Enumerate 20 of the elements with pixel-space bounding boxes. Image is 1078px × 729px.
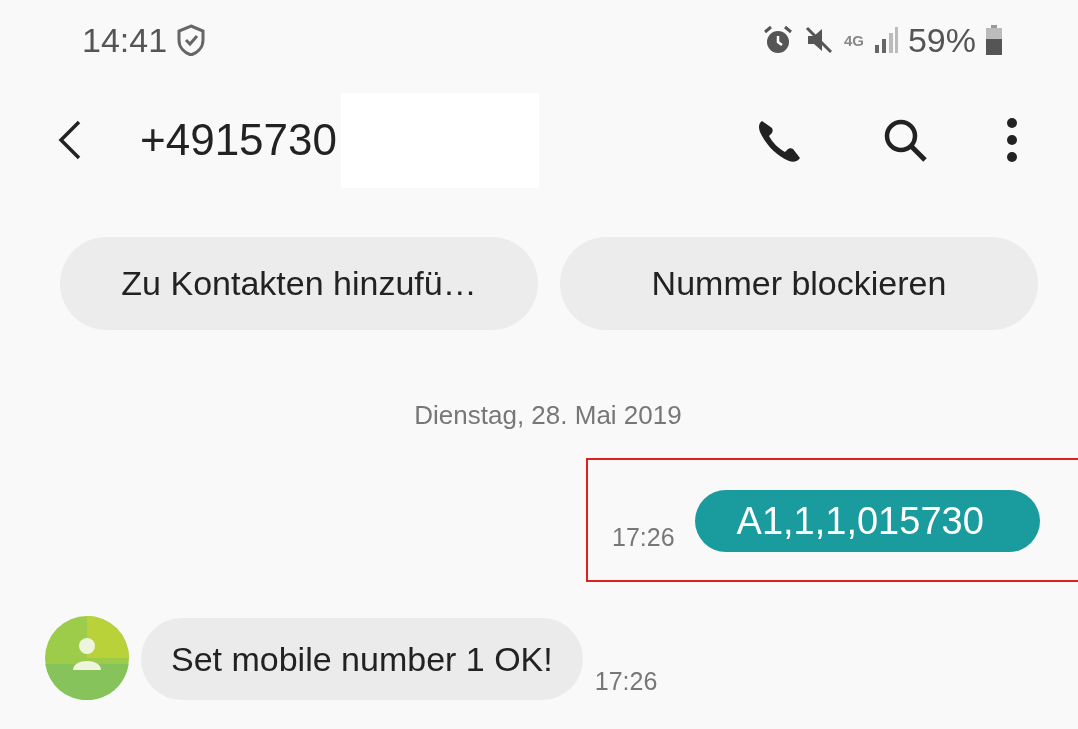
message-time: 17:26 bbox=[594, 667, 658, 697]
signal-icon bbox=[873, 27, 898, 53]
mute-icon bbox=[803, 25, 834, 55]
sent-message: A1,1,1,015730 bbox=[694, 490, 1040, 552]
shield-icon bbox=[177, 24, 206, 56]
date-label: Dienstag, 28. Mai 2019 bbox=[413, 400, 683, 431]
action-button[interactable]: Zu Kontakten hinzufü… bbox=[60, 237, 538, 330]
battery-icon bbox=[986, 25, 1002, 55]
battery-percent: 59% bbox=[907, 20, 976, 60]
alarm-icon bbox=[761, 24, 794, 56]
clock-time: 14:41 bbox=[82, 20, 168, 60]
avatar-icon bbox=[45, 616, 129, 700]
contact-number: +4915730 bbox=[140, 115, 337, 165]
network-label: 4G bbox=[843, 32, 864, 48]
back-icon[interactable] bbox=[58, 120, 82, 160]
received-message: Set mobile number 1 OK! bbox=[141, 618, 583, 700]
message-time: 17:26 bbox=[612, 523, 675, 552]
search-icon[interactable] bbox=[882, 117, 928, 163]
more-icon[interactable] bbox=[1006, 117, 1018, 163]
action-button[interactable]: Nummer blockieren bbox=[560, 237, 1038, 330]
